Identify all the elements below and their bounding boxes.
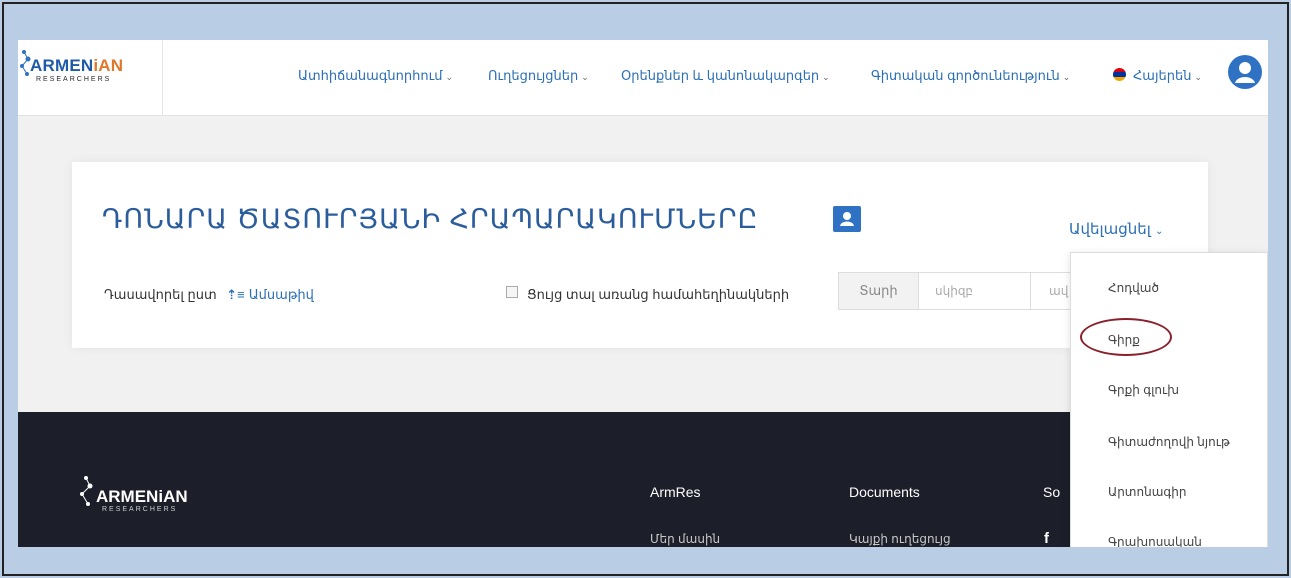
sort-descending-icon[interactable]: ⇡≡	[226, 287, 244, 302]
highlight-annotation-circle	[1080, 318, 1172, 356]
footer-heading-social: So	[1043, 484, 1061, 500]
dropdown-item-book-chapter[interactable]: Գրքի գլուխ	[1108, 383, 1179, 397]
year-filter: Տարի սկիզբ ավ	[838, 272, 1092, 310]
nav-item-laws[interactable]: Օրենքներ և կանոնակարգեր ⌄	[621, 68, 830, 84]
logo-text: ARMENiAN	[30, 56, 124, 75]
facebook-icon[interactable]: f	[1044, 530, 1049, 547]
sort-by-date-link[interactable]: Ամսաթիվ	[249, 287, 314, 302]
logo-subtitle: RESEARCHERS	[36, 76, 112, 83]
chevron-down-icon: ⌄	[1062, 72, 1071, 82]
chevron-down-icon: ⌄	[581, 72, 589, 82]
footer-heading-armres: ArmRes	[650, 484, 701, 500]
page-title: ԴՈՆԱՐԱ ԾԱՏՈՒՐՅԱՆԻ ՀՐԱՊԱՐԱԿՈՒՄՆԵՐԸ	[102, 204, 759, 234]
year-label: Տարի	[839, 273, 919, 309]
without-coauthors-label: Ցույց տալ առանց համահեղինակների	[527, 287, 790, 302]
footer-link-site-guide[interactable]: Կայքի ուղեցույց	[849, 532, 951, 546]
without-coauthors-checkbox[interactable]	[506, 286, 518, 298]
top-navbar: ARMENiAN RESEARCHERS Ատհիճանագնորհում ⌄ Ո…	[18, 40, 1268, 116]
chevron-down-icon: ⌄	[822, 72, 830, 82]
chevron-down-icon: ⌄	[445, 72, 454, 82]
language-selector[interactable]: Հայերեն ⌄	[1133, 68, 1202, 84]
user-profile-icon[interactable]	[833, 206, 861, 232]
dropdown-item-review[interactable]: Գրախոսական	[1108, 535, 1202, 547]
sort-control: Դասավորել ըստ ⇡≡ Ամսաթիվ	[104, 287, 314, 302]
publications-card: ԴՈՆԱՐԱ ԾԱՏՈՒՐՅԱՆԻ ՀՐԱՊԱՐԱԿՈՒՄՆԵՐԸ Ավելաց…	[72, 162, 1208, 348]
chevron-down-icon: ⌄	[1194, 72, 1203, 82]
nav-item-scientific-activity[interactable]: Գիտական գործունեություն ⌄	[871, 68, 1070, 84]
footer-logo-subtitle: RESEARCHERS	[102, 506, 178, 513]
dropdown-item-conference-material[interactable]: Գիտաժողովի նյութ	[1108, 435, 1230, 449]
year-from-input[interactable]: սկիզբ	[919, 273, 1031, 309]
footer-link-about-us[interactable]: Մեր մասին	[650, 532, 720, 546]
add-publication-button[interactable]: Ավելացնել ⌄	[1069, 220, 1163, 238]
site-logo[interactable]: ARMENiAN RESEARCHERS	[18, 40, 163, 116]
nav-item-accreditation[interactable]: Ատհիճանագնորհում ⌄	[298, 68, 453, 84]
browser-viewport: ARMENiAN RESEARCHERS Ատհիճանագնորհում ⌄ Ո…	[18, 40, 1268, 547]
footer-logo-text[interactable]: ARMENiAN	[96, 487, 188, 507]
footer-logo-molecule-icon	[80, 476, 93, 506]
chevron-down-icon: ⌄	[1154, 226, 1164, 237]
add-publication-dropdown: Հոդված Գիրք Գրքի գլուխ Գիտաժողովի նյութ …	[1070, 252, 1268, 547]
user-avatar-icon[interactable]	[1228, 55, 1262, 89]
armenia-flag-icon	[1113, 68, 1126, 81]
dropdown-item-patent[interactable]: Արտոնագիր	[1108, 485, 1187, 499]
footer-heading-documents: Documents	[849, 484, 920, 500]
nav-item-guides[interactable]: Ուղեցույցներ ⌄	[488, 68, 589, 84]
dropdown-item-article[interactable]: Հոդված	[1108, 281, 1159, 295]
